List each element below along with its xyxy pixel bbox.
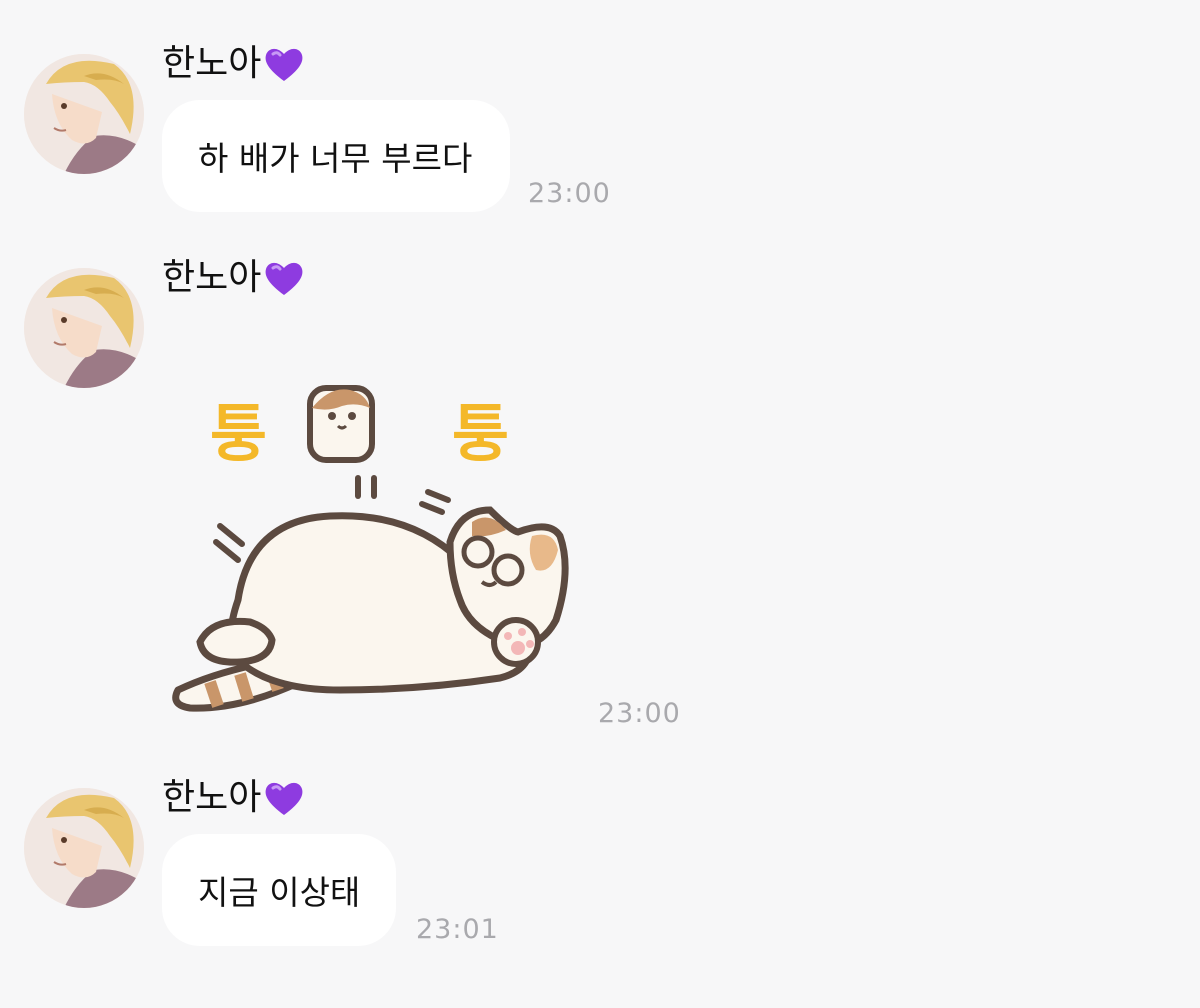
- chat-window: 한노아 하 배가 너무 부르다 23:00 한노아 퉁 퉁 23:00 한노아 …: [0, 0, 1200, 1008]
- sender-name-text: 한노아: [162, 257, 262, 298]
- message-timestamp: 23:01: [416, 914, 499, 945]
- sticker-text-right: 퉁: [452, 397, 509, 470]
- message-bubble[interactable]: 하 배가 너무 부르다: [162, 100, 510, 212]
- purple-heart-icon: [265, 262, 303, 295]
- cat-sticker[interactable]: 퉁 퉁: [160, 360, 580, 720]
- sender-name: 한노아: [162, 256, 305, 300]
- purple-heart-icon: [265, 782, 303, 815]
- sender-name-text: 한노아: [162, 777, 262, 818]
- sender-name: 한노아: [162, 42, 305, 86]
- message-timestamp: 23:00: [528, 178, 611, 209]
- message-text: 하 배가 너무 부르다: [198, 139, 473, 178]
- message-bubble[interactable]: 지금 이상태: [162, 834, 396, 946]
- sender-name: 한노아: [162, 776, 305, 820]
- message-timestamp: 23:00: [598, 698, 681, 729]
- purple-heart-icon: [265, 48, 303, 81]
- avatar[interactable]: [24, 268, 144, 388]
- avatar[interactable]: [24, 54, 144, 174]
- small-cat-icon: [307, 385, 375, 463]
- sticker-text-left: 퉁: [210, 397, 267, 470]
- avatar[interactable]: [24, 788, 144, 908]
- message-text: 지금 이상태: [198, 873, 361, 912]
- big-cat-body: [196, 506, 569, 694]
- sender-name-text: 한노아: [162, 43, 262, 84]
